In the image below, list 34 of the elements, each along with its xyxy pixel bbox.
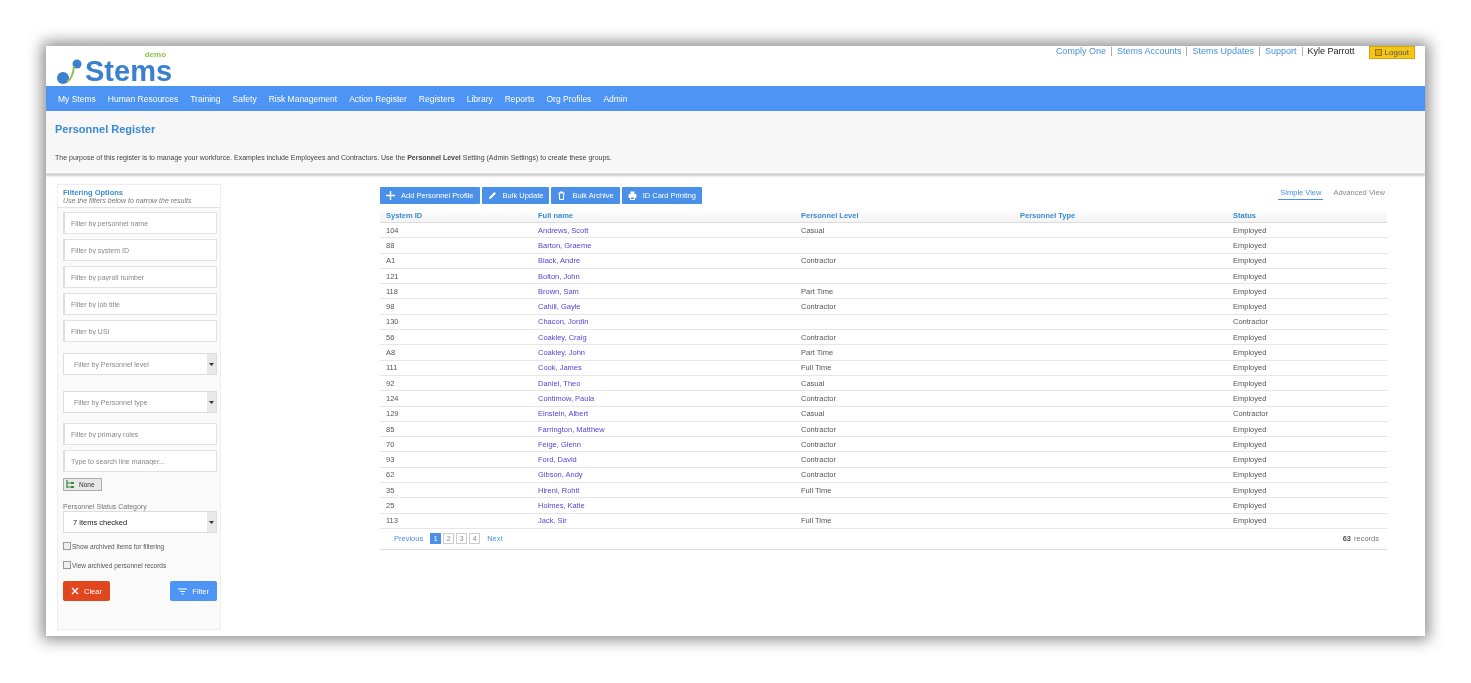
logo-icon [55, 58, 83, 86]
caret-icon [209, 400, 214, 404]
logo-tag: demo [144, 51, 167, 59]
nav-item[interactable]: Admin [597, 93, 634, 104]
close-icon [71, 587, 79, 595]
nav-item[interactable]: Human Resources [101, 93, 185, 104]
nav-item[interactable]: Library [460, 93, 499, 104]
nav-item[interactable]: Org Profiles [540, 93, 598, 104]
header-link[interactable]: Stems Accounts [1116, 46, 1182, 56]
filter-icon [178, 587, 188, 595]
tree-icon [66, 480, 74, 489]
plus-icon [386, 191, 395, 200]
nav-item[interactable]: My Stems [52, 93, 102, 104]
nav-item[interactable]: Risk Management [262, 93, 344, 104]
header-link[interactable]: Comply One [1055, 46, 1106, 56]
logout-icon [1374, 49, 1382, 56]
header-link[interactable]: Stems Updates [1192, 46, 1254, 56]
caret-icon [209, 362, 214, 366]
nav-item[interactable]: Training [184, 93, 227, 104]
caret-icon [209, 520, 214, 524]
printer-icon [627, 191, 637, 200]
page-title: Personnel Register [55, 122, 157, 135]
nav-item[interactable]: Registers [412, 93, 461, 104]
nav-item[interactable]: Safety [226, 93, 263, 104]
user-name: Kyle Parrott [1307, 46, 1355, 56]
trash-icon [557, 191, 567, 200]
logout-button[interactable]: Logout [1368, 46, 1415, 59]
checkbox[interactable] [63, 542, 71, 550]
header-link[interactable]: Support [1264, 46, 1297, 56]
pencil-icon [487, 191, 497, 200]
nav-item[interactable]: Action Register [343, 93, 413, 104]
logo-text: Stems [85, 57, 173, 86]
checkbox[interactable] [63, 561, 71, 569]
nav-item[interactable]: Reports [498, 93, 541, 104]
